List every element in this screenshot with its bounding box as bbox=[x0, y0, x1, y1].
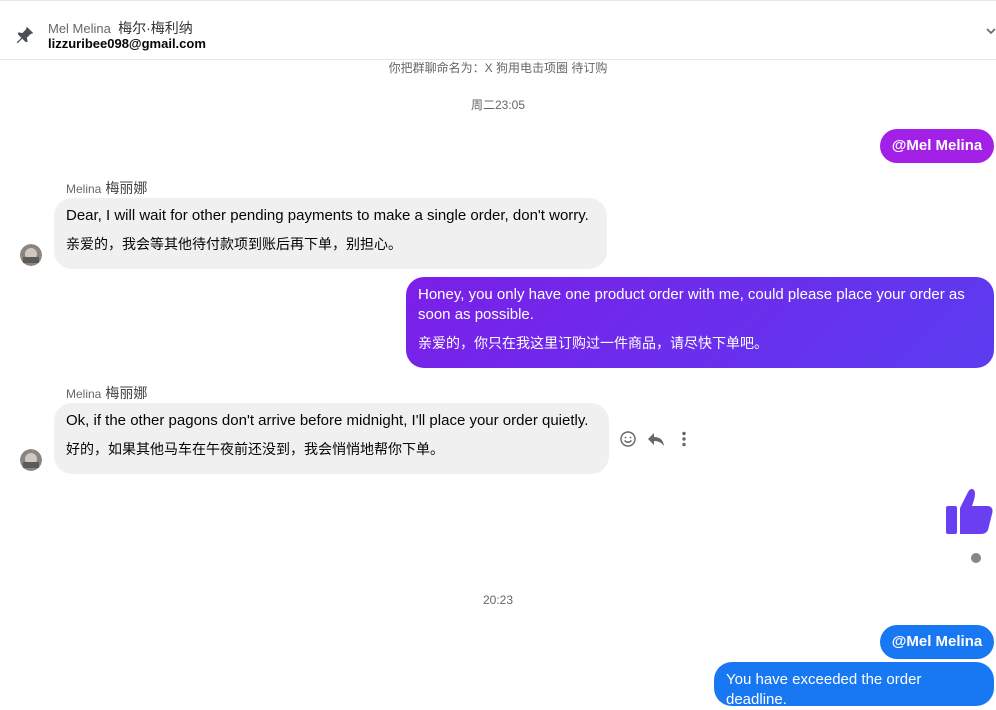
pin-icon[interactable] bbox=[14, 24, 36, 46]
chevron-down-icon[interactable] bbox=[986, 24, 996, 38]
message-text-en: You have exceeded the order deadline. bbox=[726, 671, 922, 708]
avatar[interactable] bbox=[20, 449, 42, 471]
mention-bubble[interactable]: @Mel Melina bbox=[880, 129, 994, 163]
reply-icon[interactable] bbox=[646, 429, 666, 449]
incoming-message[interactable]: Ok, if the other pagons don't arrive bef… bbox=[54, 403, 609, 474]
smiley-icon[interactable] bbox=[618, 429, 638, 449]
outgoing-message[interactable]: You have exceeded the order deadline. bbox=[714, 662, 994, 708]
message-text-en: Honey, you only have one product order w… bbox=[418, 286, 965, 323]
contact-email: lizzuribee098@gmail.com bbox=[48, 36, 206, 51]
contact-name: Mel Melina 梅尔·梅利纳 bbox=[48, 20, 193, 36]
read-receipt-avatar bbox=[971, 553, 981, 563]
avatar[interactable] bbox=[20, 244, 42, 266]
message-text-en: Dear, I will wait for other pending paym… bbox=[66, 207, 589, 224]
message-text-cn: 亲爱的，我会等其他待付款项到账后再下单，别担心。 bbox=[66, 236, 402, 252]
sender-name: Melina 梅丽娜 bbox=[66, 385, 148, 401]
message-text-en: Ok, if the other pagons don't arrive bef… bbox=[66, 412, 589, 429]
message-text-cn: 亲爱的，你只在我这里订购过一件商品，请尽快下单吧。 bbox=[418, 335, 768, 351]
incoming-message[interactable]: Dear, I will wait for other pending paym… bbox=[54, 198, 607, 269]
thumbs-up-icon[interactable] bbox=[944, 486, 994, 536]
sender-name: Melina 梅丽娜 bbox=[66, 180, 148, 196]
mention-bubble[interactable]: @Mel Melina bbox=[880, 625, 994, 659]
outgoing-message[interactable]: Honey, you only have one product order w… bbox=[406, 277, 994, 368]
more-vertical-icon[interactable] bbox=[674, 429, 694, 449]
message-text-cn: 好的，如果其他马车在午夜前还没到，我会悄悄地帮你下单。 bbox=[66, 441, 444, 457]
timestamp: 周二23:05 bbox=[470, 98, 526, 112]
timestamp: 20:23 bbox=[482, 593, 514, 607]
rename-notice: 你把群聊命名为：X 狗用电击项圈 待订购 bbox=[388, 61, 608, 75]
